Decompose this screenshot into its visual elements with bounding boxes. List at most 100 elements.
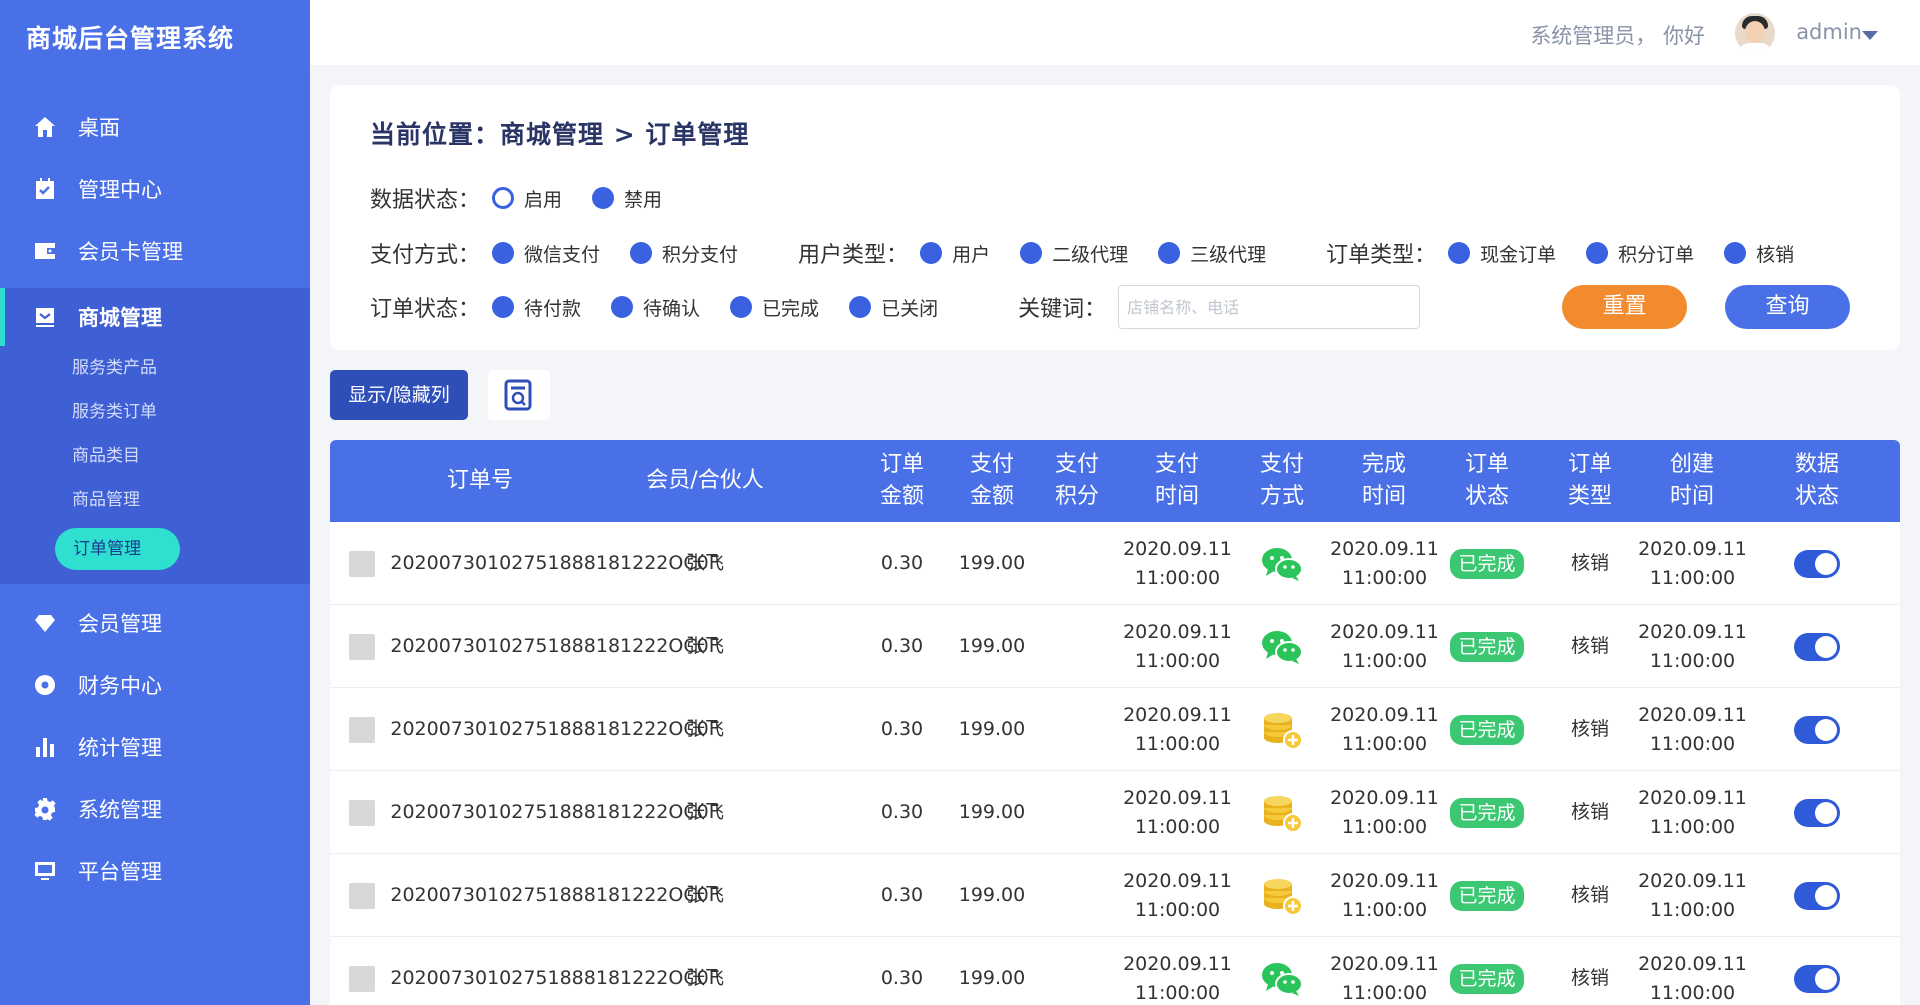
sidebar-menu: 桌面 管理中心 会员卡管理 商城管理 服务类产品 服务类订单 商品类目 商品管理…	[0, 96, 310, 902]
row-checkbox[interactable]	[349, 716, 375, 743]
filter-label-data-status: 数据状态：	[370, 188, 481, 213]
filter-label-pay-method: 支付方式：	[370, 243, 481, 268]
sidebar-item-management-center[interactable]: 管理中心	[0, 158, 310, 220]
calendar-icon	[32, 176, 58, 202]
radio-dot-icon	[920, 242, 943, 264]
toggle-cell	[1775, 937, 1859, 1005]
cell-order-amount: 0.30	[880, 967, 924, 989]
radio-dot-icon	[1020, 242, 1043, 264]
radio-points-order[interactable]: 积分订单	[1586, 240, 1694, 267]
gear-icon	[32, 796, 58, 822]
cell-pay-points	[1040, 937, 1120, 1005]
avatar[interactable]	[1735, 13, 1775, 53]
sidebar-item-label: 会员卡管理	[78, 240, 183, 264]
col-pay-time: 支付 时间	[1154, 452, 1199, 509]
checkbox-cell	[347, 605, 377, 688]
radio-cash-order[interactable]: 现金订单	[1448, 240, 1556, 267]
radio-points-pay[interactable]: 积分支付	[630, 240, 738, 267]
radio-pending-confirm[interactable]: 待确认	[611, 294, 700, 321]
cell-finish-time: 2020.09.11 11:00:00	[1330, 952, 1439, 1004]
row-checkbox[interactable]	[349, 799, 375, 826]
row-checkbox[interactable]	[349, 633, 375, 660]
radio-dot-icon	[849, 296, 872, 318]
cell-finish-time: 2020.09.11 11:00:00	[1330, 869, 1439, 921]
sidebar-item-mall-management[interactable]: 商城管理	[0, 288, 310, 346]
sidebar-subitem-service-orders[interactable]: 服务类订单	[0, 390, 310, 434]
cell-create-time: 2020.09.11 11:00:00	[1638, 620, 1747, 672]
sidebar-item-platform[interactable]: 平台管理	[0, 840, 310, 902]
cell-pay-method	[1250, 771, 1314, 854]
row-checkbox[interactable]	[349, 882, 375, 909]
data-status-toggle[interactable]	[1794, 798, 1840, 827]
radio-completed[interactable]: 已完成	[730, 294, 819, 321]
table-body: 20200730102751888181222OC0F 张飞 0.30 199.…	[330, 522, 1900, 1005]
sidebar-item-member-management[interactable]: 会员管理	[0, 592, 310, 654]
radio-level3-agent[interactable]: 三级代理	[1158, 240, 1266, 267]
row-checkbox[interactable]	[349, 550, 375, 577]
sidebar-item-member-card[interactable]: 会员卡管理	[0, 220, 310, 282]
cell-pay-time: 2020.09.11 11:00:00	[1123, 786, 1232, 838]
radio-wechat-pay[interactable]: 微信支付	[492, 240, 600, 267]
radio-disabled[interactable]: 禁用	[592, 185, 662, 212]
cell-finish-time: 2020.09.11 11:00:00	[1330, 703, 1439, 755]
col-pay-method: 支付 方式	[1259, 452, 1304, 509]
data-status-toggle[interactable]	[1794, 881, 1840, 910]
row-checkbox[interactable]	[349, 965, 375, 992]
filter-label-order-type: 订单类型：	[1326, 243, 1437, 268]
cell-pay-points	[1040, 688, 1120, 771]
cell-pay-method	[1250, 854, 1314, 937]
keyword-input[interactable]	[1118, 285, 1421, 329]
wechat-icon	[1262, 547, 1303, 581]
query-button[interactable]: 查询	[1725, 285, 1850, 329]
cell-finish-time: 2020.09.11 11:00:00	[1330, 537, 1439, 589]
sidebar-subitem-service-products[interactable]: 服务类产品	[0, 346, 310, 390]
radio-dot-icon	[630, 242, 653, 264]
radio-dot-icon	[492, 242, 515, 264]
radio-label: 二级代理	[1052, 243, 1129, 266]
radio-enabled[interactable]: 启用	[492, 185, 562, 212]
radio-pending-payment[interactable]: 待付款	[492, 294, 581, 321]
filter-row-multi: 支付方式： 微信支付 积分支付 用户类型： 用户 二级代理 三级代理 订单类型：…	[370, 237, 1824, 269]
radio-dot-icon	[1158, 242, 1181, 264]
radio-label: 用户	[952, 243, 991, 266]
sidebar-item-desktop[interactable]: 桌面	[0, 96, 310, 158]
sidebar-item-system[interactable]: 系统管理	[0, 778, 310, 840]
toggle-cell	[1775, 522, 1859, 605]
data-status-toggle[interactable]	[1794, 964, 1840, 993]
status-badge: 已完成	[1450, 797, 1524, 828]
cell-member: 张飞	[685, 635, 724, 657]
cell-pay-points	[1040, 771, 1120, 854]
sidebar-subitem-product-categories[interactable]: 商品类目	[0, 434, 310, 478]
filter-row-order-status: 订单状态： 待付款 待确认 已完成 已关闭 关键词：	[370, 285, 1421, 329]
data-status-toggle[interactable]	[1794, 549, 1840, 578]
toggle-cell	[1775, 688, 1859, 771]
data-status-toggle[interactable]	[1794, 715, 1840, 744]
sidebar-subitem-order-management[interactable]: 订单管理	[55, 528, 180, 570]
sidebar-item-label: 桌面	[78, 116, 120, 140]
coins-points-icon	[1264, 712, 1303, 750]
radio-label: 禁用	[624, 188, 663, 211]
orders-table: 订单号 会员/合伙人 订单 金额 支付 金额 支付 积分 支付 时间 支付 方式…	[330, 440, 1900, 1005]
wechat-icon	[1262, 962, 1303, 996]
sidebar-item-label: 管理中心	[78, 178, 162, 202]
cell-order-amount: 0.30	[880, 635, 924, 657]
sidebar-subitem-product-management[interactable]: 商品管理	[0, 478, 310, 522]
radio-user[interactable]: 用户	[920, 240, 990, 267]
greeting-text: 系统管理员， 你好	[1530, 24, 1705, 48]
username[interactable]: admin	[1796, 20, 1862, 44]
toggle-columns-button[interactable]: 显示/隐藏列	[330, 370, 468, 420]
sidebar-item-statistics[interactable]: 统计管理	[0, 716, 310, 778]
toggle-cell	[1775, 771, 1859, 854]
filter-row-data-status: 数据状态： 启用 禁用	[370, 182, 692, 214]
col-pay-amount: 支付 金额	[969, 452, 1014, 509]
reset-button[interactable]: 重置	[1562, 285, 1687, 329]
radio-level2-agent[interactable]: 二级代理	[1020, 240, 1128, 267]
export-search-button[interactable]	[488, 370, 550, 420]
cell-pay-time: 2020.09.11 11:00:00	[1123, 620, 1232, 672]
chevron-down-icon[interactable]	[1862, 31, 1878, 40]
data-status-toggle[interactable]	[1794, 632, 1840, 661]
status-cell: 已完成	[1445, 522, 1529, 605]
radio-closed[interactable]: 已关闭	[849, 294, 938, 321]
sidebar-item-finance-center[interactable]: 财务中心	[0, 654, 310, 716]
radio-write-off[interactable]: 核销	[1724, 240, 1794, 267]
